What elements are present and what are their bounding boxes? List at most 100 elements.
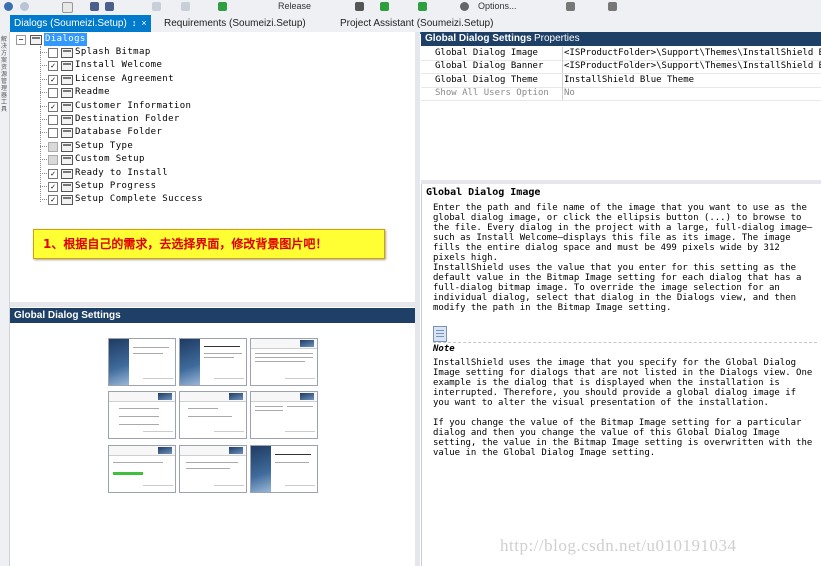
dialog-checkbox[interactable]: ✓	[48, 61, 58, 72]
tree-item-label: Database Folder	[75, 127, 163, 138]
dialog-icon	[61, 182, 73, 192]
tree-item-label: Setup Type	[75, 140, 134, 151]
dialog-checkbox[interactable]	[48, 141, 58, 152]
build-icon[interactable]	[380, 2, 389, 11]
expand-collapse-icon[interactable]: −	[16, 35, 26, 45]
settings-icon[interactable]	[460, 2, 469, 11]
dialog-checkbox[interactable]: ✓	[48, 168, 58, 179]
dialog-icon	[61, 168, 73, 179]
tree-item-label: Setup Progress	[75, 181, 157, 191]
redo-icon[interactable]	[181, 2, 190, 11]
find-icon[interactable]	[355, 2, 364, 11]
tab-properties[interactable]: Properties	[534, 32, 580, 46]
tree-item-label: Readme	[75, 87, 110, 98]
tree-connector	[40, 186, 47, 187]
dialog-icon	[61, 195, 73, 206]
tree-item-label: Ready to Install	[75, 167, 169, 178]
property-name: Global Dialog Banner	[435, 61, 544, 72]
property-name: Show All Users Option	[435, 87, 549, 98]
save-all-icon[interactable]	[105, 2, 114, 11]
dialog-icon	[61, 101, 73, 112]
preview-header: Global Dialog Settings	[10, 308, 415, 323]
dialog-checkbox[interactable]: ✓	[48, 101, 58, 112]
tab-label: Requirements (Soumeizi.Setup)	[164, 18, 306, 29]
tree-item-label: Destination Folder	[75, 114, 180, 124]
new-file-icon[interactable]	[62, 2, 73, 13]
property-row[interactable]: Global Dialog Banner <ISProductFolder>\Su…	[421, 60, 821, 75]
horizontal-splitter[interactable]	[10, 302, 415, 307]
preview-thumbnail-splash	[179, 338, 247, 386]
pin-icon[interactable]: ↕	[132, 18, 137, 28]
tab-label: Dialogs (Soumeizi.Setup)	[14, 18, 127, 29]
pin-toolbar-icon[interactable]	[608, 2, 617, 11]
dialog-icon	[61, 88, 73, 99]
tab-requirements[interactable]: Requirements (Soumeizi.Setup)	[160, 15, 310, 32]
tree-connector	[40, 46, 41, 202]
tab-project-assistant[interactable]: Project Assistant (Soumeizi.Setup)	[336, 15, 497, 32]
debug-icon[interactable]	[418, 2, 427, 11]
dialog-checkbox[interactable]	[48, 155, 58, 166]
dialog-checkbox[interactable]	[48, 88, 58, 99]
dialog-icon	[61, 61, 73, 72]
property-name: Global Dialog Image	[435, 48, 538, 58]
back-icon[interactable]	[4, 2, 13, 11]
toolbar-overflow-icon[interactable]	[566, 2, 575, 11]
dialogs-folder-icon	[30, 35, 42, 45]
dialog-icon	[61, 115, 73, 125]
dialog-icon	[61, 128, 73, 139]
tree-item-label: Splash Bitmap	[75, 47, 151, 57]
toolbar: Release Options...	[0, 0, 821, 16]
tree-connector	[40, 159, 47, 161]
save-icon[interactable]	[90, 2, 99, 11]
property-value[interactable]: InstallShield Blue Theme	[562, 73, 821, 87]
tree-connector	[40, 199, 47, 201]
note-icon	[433, 326, 447, 342]
annotation-callout: 1、根据自己的需求，去选择界面，修改背景图片吧！	[33, 229, 385, 259]
row-divider	[421, 99, 821, 101]
dialog-icon	[61, 74, 73, 85]
preview-thumbnail-ready	[179, 445, 247, 493]
dialog-icon	[61, 141, 73, 152]
property-value[interactable]: No	[562, 86, 821, 100]
tab-dialogs[interactable]: Dialogs (Soumeizi.Setup) ↕ ×	[10, 15, 151, 32]
tree-connector	[40, 78, 47, 80]
property-row[interactable]: Show All Users Option No	[421, 86, 821, 101]
undo-icon[interactable]	[152, 2, 161, 11]
dialog-checkbox[interactable]	[48, 128, 58, 139]
dialog-icon	[61, 155, 73, 166]
close-icon[interactable]: ×	[141, 18, 146, 28]
annotation-text: 1、根据自己的需求，去选择界面，修改背景图片吧！	[43, 237, 328, 251]
tree-item-label: Customer Information	[75, 100, 192, 111]
dialog-checkbox[interactable]: ✓	[48, 182, 58, 192]
note-divider	[433, 342, 817, 343]
preview-thumbnail-progress	[108, 445, 176, 493]
property-value[interactable]: <ISProductFolder>\Support\Themes\Install…	[562, 47, 821, 60]
tab-global-dialog-settings[interactable]: Global Dialog Settings	[421, 32, 538, 46]
dialog-checkbox[interactable]: ✓	[48, 195, 58, 206]
forward-icon[interactable]	[20, 2, 29, 11]
dialog-icon	[61, 48, 73, 58]
tree-item-label: Setup Complete Success	[75, 194, 204, 205]
preview-thumbnail-complete	[250, 445, 318, 493]
side-tool-strip: 解决方案资源管理器 工具	[0, 32, 10, 566]
vertical-splitter[interactable]	[415, 32, 420, 566]
dialog-checkbox[interactable]	[48, 48, 58, 58]
solution-explorer-tab[interactable]: 解决方案资源管理器 工具	[1, 36, 8, 113]
help-title: Global Dialog Image	[426, 187, 541, 198]
tree-connector	[40, 132, 47, 134]
help-paragraph: Enter the path and file name of the imag…	[433, 203, 813, 263]
tree-connector	[40, 119, 47, 120]
preview-thumbnail-license	[250, 338, 318, 386]
property-row[interactable]: Global Dialog Theme InstallShield Blue Th…	[421, 73, 821, 88]
tree-connector	[40, 145, 47, 147]
help-paragraph: If you change the value of the Bitmap Im…	[433, 418, 813, 458]
dialog-checkbox[interactable]	[48, 115, 58, 125]
options-button[interactable]: Options...	[478, 1, 517, 11]
property-value[interactable]: <ISProductFolder>\Support\Themes\Install…	[562, 60, 821, 74]
property-row[interactable]: Global Dialog Image <ISProductFolder>\Sup…	[421, 47, 821, 61]
configuration-select[interactable]: Release	[278, 1, 311, 11]
tree-item-label: Install Welcome	[75, 60, 163, 71]
tree-connector	[40, 65, 47, 67]
start-icon[interactable]	[218, 2, 227, 11]
dialog-checkbox[interactable]: ✓	[48, 74, 58, 85]
